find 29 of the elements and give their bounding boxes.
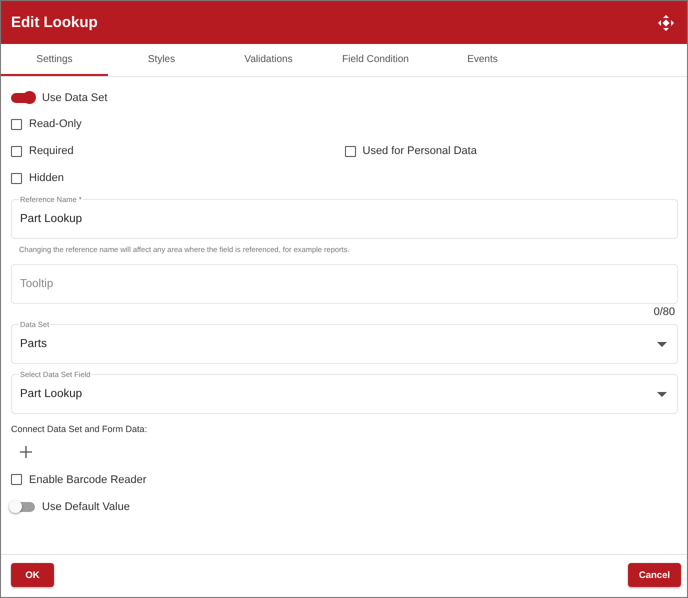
tab[interactable]: Field Condition [322, 44, 429, 76]
input-field[interactable]: Tooltip [11, 264, 678, 304]
checkbox-label: Enable Barcode Reader [29, 474, 146, 486]
character-counter: 0/80 [654, 306, 675, 318]
caret-icon [657, 392, 667, 397]
toggle-switch[interactable] [11, 92, 35, 102]
toggle-switch[interactable] [11, 502, 35, 512]
toggle-label: Use Data Set [42, 92, 108, 104]
checkbox[interactable] [11, 118, 22, 130]
add-icon[interactable] [20, 446, 32, 458]
checkbox[interactable] [11, 172, 22, 184]
checkbox-label: Used for Personal Data [362, 145, 477, 157]
checkbox-label: Required [29, 145, 74, 157]
move-icon[interactable] [658, 14, 674, 30]
cancel-button[interactable]: Cancel [628, 563, 681, 587]
toggle-label: Use Default Value [42, 500, 130, 512]
checkbox[interactable] [11, 474, 22, 485]
tab[interactable]: Events [429, 44, 536, 76]
section-label: Connect Data Set and Form Data: [11, 424, 148, 434]
tab[interactable]: Settings [1, 44, 108, 76]
checkbox[interactable] [344, 146, 356, 156]
checkbox-label: Hidden [29, 172, 64, 184]
tab[interactable]: Styles [108, 44, 215, 76]
caret-icon [657, 342, 667, 347]
tab[interactable]: Validations [215, 44, 322, 76]
ok-button[interactable]: OK [11, 563, 54, 587]
window-title: Edit Lookup [11, 14, 98, 31]
checkbox[interactable] [11, 146, 22, 156]
checkbox-label: Read-Only [29, 118, 82, 130]
